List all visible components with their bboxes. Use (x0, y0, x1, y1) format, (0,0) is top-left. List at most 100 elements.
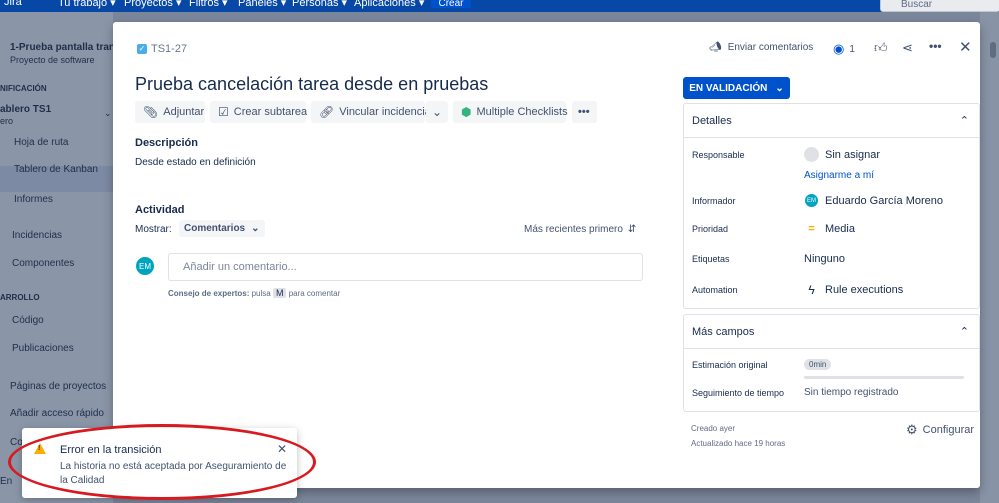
nav-dashboards[interactable]: Paneles ▾ (238, 0, 286, 9)
nav-filters[interactable]: Filtros ▾ (189, 0, 228, 9)
priority-row: Prioridad = Media (692, 223, 972, 235)
more-fields-header[interactable]: Más campos ⌃ (684, 315, 979, 349)
sidebar-item-incidents[interactable]: Incidencias (12, 230, 62, 241)
reporter-value: Eduardo García Moreno (825, 194, 944, 207)
chevron-up-icon: ⌃ (959, 115, 969, 127)
configure-button[interactable]: ⚙ Configurar (906, 422, 974, 438)
description-text[interactable]: Desde estado en definición (135, 157, 256, 168)
more-icon[interactable]: ••• (929, 39, 942, 53)
more-actions-button[interactable]: ••• (572, 101, 597, 123)
status-dropdown[interactable]: EN VALIDACIÓN ⌄ (683, 77, 790, 99)
watch-button[interactable]: ◉ 1 (833, 41, 855, 57)
megaphone-icon: 📣︎ (709, 42, 722, 53)
subtask-label: Crear subtarea (233, 106, 308, 118)
create-subtask-button[interactable]: ☑ Crear subtarea (210, 101, 308, 123)
more-fields-panel: Más campos ⌃ Estimación original 0min Se… (683, 314, 980, 412)
sidebar-item-quick-access[interactable]: Añadir acceso rápido (10, 408, 104, 419)
sidebar-item-kanban[interactable]: Tablero de Kanban (14, 164, 98, 175)
labels-label: Etiquetas (692, 254, 730, 264)
comment-input[interactable]: Añadir un comentario... (168, 253, 643, 281)
toast-title: Error en la transición (60, 444, 162, 456)
tracking-value[interactable]: Sin tiempo registrado (804, 387, 899, 398)
issue-key[interactable]: ✓ TS1-27 (137, 43, 187, 55)
tip-post: para comentar (288, 289, 341, 298)
assignee-value: Sin asignar (825, 148, 881, 161)
user-icon (804, 147, 819, 162)
comment-tip: Consejo de expertos: pulsa M para coment… (168, 288, 340, 298)
subtask-icon: ☑ (218, 105, 229, 119)
nav-projects[interactable]: Proyectos ▾ (124, 0, 182, 9)
sidebar-section-dev: ARROLLO (0, 293, 40, 302)
more-fields-title: Más campos (692, 325, 755, 338)
multiple-checklists-button[interactable]: ⬢ Multiple Checklists (453, 101, 568, 123)
issue-modal: ✓ TS1-27 Prueba cancelación tarea desde … (113, 22, 980, 488)
send-feedback-button[interactable]: 📣︎ Enviar comentarios (709, 42, 813, 53)
tip-key: M (272, 288, 287, 298)
details-panel: Detalles ⌃ Responsable Sin asignar Asign… (683, 103, 980, 309)
sort-toggle[interactable]: Más recientes primero ⇵ (524, 224, 636, 235)
priority-medium-icon: = (808, 223, 815, 235)
sidebar-item-roadmap[interactable]: Hoja de ruta (14, 137, 68, 148)
close-icon[interactable]: ✕ (277, 442, 287, 456)
warning-icon: ! (34, 443, 46, 454)
sidebar-item-code[interactable]: Código (12, 315, 44, 326)
assignee-label: Responsable (692, 149, 745, 160)
sidebar-project-name[interactable]: 1-Prueba pantalla tran... (10, 42, 113, 53)
configure-label: Configurar (922, 424, 975, 436)
sidebar-board-name[interactable]: ablero TS1 (0, 104, 51, 115)
sidebar-item-project-pages[interactable]: Páginas de proyectos (10, 381, 106, 392)
time-tracking-bar (804, 376, 964, 379)
issue-key-label[interactable]: TS1-27 (151, 43, 187, 55)
like-icon[interactable]: 👍︎ (874, 40, 888, 56)
automation-row: Automation ϟ Rule executions (692, 283, 972, 297)
sort-icon: ⇵ (627, 224, 637, 235)
automation-value: Rule executions (825, 284, 904, 296)
sidebar-item-partial[interactable]: Co (10, 437, 23, 448)
nav-your-work[interactable]: Tu trabajo ▾ (58, 0, 116, 9)
link-issue-button[interactable]: 🔗︎ Vincular incidencia (311, 101, 431, 123)
chevron-up-icon: ⌃ (959, 326, 969, 338)
assignee-value-wrap[interactable]: Sin asignar (804, 147, 880, 162)
automation-value-wrap[interactable]: ϟ Rule executions (804, 283, 903, 297)
attach-label: Adjuntar (163, 106, 205, 118)
reporter-label: Informador (692, 195, 736, 206)
task-type-icon: ✓ (137, 44, 147, 54)
chevron-down-icon: ⌄ (775, 82, 784, 94)
nav-apps[interactable]: Aplicaciones ▾ (354, 0, 424, 9)
labels-value[interactable]: Ninguno (804, 253, 845, 265)
estimate-value-wrap[interactable]: 0min (804, 359, 832, 370)
tracking-row: Seguimiento de tiempo Sin tiempo registr… (692, 387, 972, 398)
automation-label: Automation (692, 285, 738, 295)
close-icon[interactable]: ✕ (959, 38, 972, 56)
progress-bar (804, 376, 964, 379)
nav-people[interactable]: Personas ▾ (292, 0, 347, 9)
link-issue-dropdown[interactable]: ⌄ (426, 101, 448, 123)
checklists-label: Multiple Checklists (476, 106, 568, 118)
more-icon: ••• (578, 106, 590, 118)
issue-title[interactable]: Prueba cancelación tarea desde en prueba… (135, 74, 488, 95)
send-feedback-label: Enviar comentarios (727, 42, 814, 53)
share-icon[interactable]: ⋖ (902, 40, 913, 56)
show-filter-dropdown[interactable]: Comentarios ⌄ (179, 220, 265, 237)
sidebar-item-partial-2[interactable]: En (0, 476, 12, 487)
sort-label: Más recientes primero (524, 224, 623, 235)
sidebar-item-releases[interactable]: Publicaciones (12, 343, 74, 354)
created-date: Creado ayer (691, 424, 736, 433)
priority-value: Media (825, 223, 855, 235)
assign-to-me-link[interactable]: Asignarme a mí (804, 170, 874, 181)
tip-pre: pulsa (251, 289, 271, 298)
sidebar-item-components[interactable]: Componentes (12, 258, 74, 269)
reporter-value-wrap[interactable]: EM Eduardo García Moreno (804, 193, 943, 208)
scrollbar[interactable] (990, 42, 996, 58)
create-button[interactable]: Crear (431, 0, 471, 9)
jira-logo[interactable]: Jira (4, 0, 22, 8)
sidebar-item-reports[interactable]: Informes (14, 194, 53, 205)
search-input[interactable]: Buscar (880, 0, 999, 12)
attach-button[interactable]: 📎︎ Adjuntar (135, 101, 205, 123)
sidebar-project-type: Proyecto de software (10, 55, 95, 65)
details-header[interactable]: Detalles ⌃ (684, 104, 979, 138)
link-issue-label: Vincular incidencia (339, 106, 431, 118)
priority-value-wrap[interactable]: = Media (804, 223, 855, 235)
chevron-down-icon[interactable]: ⌄ (104, 108, 112, 119)
toast-body: La historia no está aceptada por Asegura… (60, 461, 287, 486)
